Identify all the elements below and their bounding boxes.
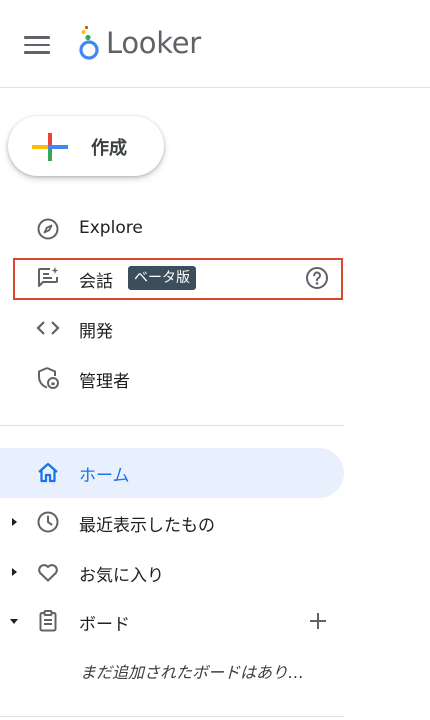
chat-sparkle-icon [38,267,59,287]
shield-lock-icon [38,367,59,389]
nav-item-admin[interactable]: 管理者 [0,354,344,402]
home-icon [38,462,58,483]
nav-item-explore[interactable]: Explore [0,205,344,253]
nav-item-label: 最近表示したもの [79,516,215,536]
add-board-icon[interactable] [306,609,330,633]
nav-item-label: Explore [79,218,143,238]
nav-item-label: お気に入り [79,566,164,586]
top-bar: Looker [0,0,430,88]
nav-item-label: 会話 [79,272,113,292]
caret-right-icon[interactable] [9,517,19,527]
nav-item-label: ホーム [79,466,130,486]
beta-badge: ベータ版 [128,266,196,290]
hamburger-icon[interactable] [24,36,50,56]
create-button-label: 作成 [91,138,127,159]
clipboard-icon [39,610,57,632]
nav-item-develop[interactable]: 開発 [0,304,344,352]
compass-icon [37,218,59,240]
caret-right-icon[interactable] [9,567,19,577]
section-divider [0,716,344,717]
nav-item-label: 管理者 [79,372,130,392]
app-title: Looker [106,26,201,60]
boards-empty-message: まだ追加されたボードはあり… [80,663,305,682]
nav-item-boards[interactable]: ボード [0,597,344,645]
nav-item-home[interactable]: ホーム [0,448,344,498]
plus-multicolor-icon [32,133,68,161]
nav-item-favorites[interactable]: お気に入り [0,548,344,596]
nav-item-recent[interactable]: 最近表示したもの [0,498,344,546]
nav-item-label: 開発 [79,322,113,342]
nav-item-label: ボード [79,615,130,635]
code-icon [36,321,60,335]
clock-icon [37,511,59,533]
help-circle-icon[interactable] [305,266,329,290]
looker-logo-icon[interactable] [74,24,104,64]
heart-icon [38,564,58,582]
section-divider [0,425,344,426]
caret-down-icon[interactable] [9,616,19,626]
